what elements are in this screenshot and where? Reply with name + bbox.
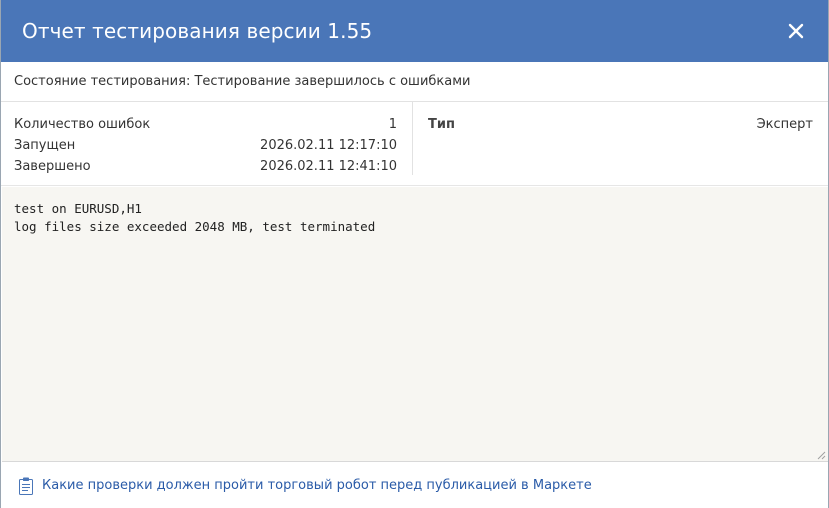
resize-grip-icon[interactable] [816, 450, 826, 460]
test-report-dialog: Отчет тестирования версии 1.55 Состояние… [0, 0, 829, 508]
close-icon [788, 23, 804, 39]
type-label: Тип [428, 117, 455, 132]
finished-value: 2026.02.11 12:41:10 [260, 159, 397, 174]
status-label: Состояние тестирования: [14, 74, 191, 89]
test-details: Количество ошибок 1 Запущен 2026.02.11 1… [1, 102, 828, 186]
started-row: Запущен 2026.02.11 12:17:10 [14, 137, 397, 158]
errors-count-row: Количество ошибок 1 [14, 116, 397, 137]
testing-status: Состояние тестирования: Тестирование зав… [1, 62, 828, 102]
status-value: Тестирование завершилось с ошибками [194, 74, 471, 89]
finished-label: Завершено [14, 159, 91, 174]
type-row: Тип Эксперт [428, 116, 813, 137]
test-details-left: Количество ошибок 1 Запущен 2026.02.11 1… [1, 102, 413, 175]
started-value: 2026.02.11 12:17:10 [260, 138, 397, 153]
close-button[interactable] [786, 21, 806, 41]
finished-row: Завершено 2026.02.11 12:41:10 [14, 158, 397, 179]
market-checks-link[interactable]: Какие проверки должен пройти торговый ро… [42, 478, 592, 493]
started-label: Запущен [14, 138, 76, 153]
test-details-right: Тип Эксперт [413, 102, 828, 185]
errors-count-label: Количество ошибок [14, 117, 151, 132]
test-log[interactable]: test on EURUSD,H1 log files size exceede… [2, 187, 828, 462]
clipboard-icon [19, 477, 33, 495]
dialog-footer: Какие проверки должен пройти торговый ро… [1, 463, 828, 508]
errors-count-value: 1 [388, 117, 397, 132]
dialog-titlebar: Отчет тестирования версии 1.55 [1, 0, 828, 62]
dialog-title: Отчет тестирования версии 1.55 [22, 19, 373, 43]
type-value: Эксперт [756, 117, 813, 132]
